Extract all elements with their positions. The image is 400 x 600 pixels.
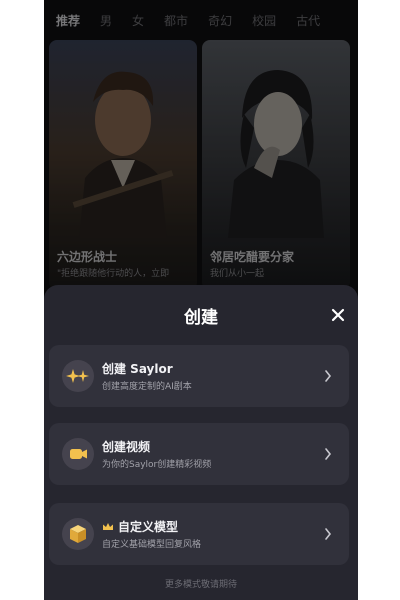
close-icon[interactable] bbox=[328, 305, 348, 325]
more-modes-hint: 更多模式敬请期待 bbox=[164, 580, 237, 590]
option-title: 创建视频 bbox=[102, 440, 151, 454]
app-screen: 推荐 男 女 都市 奇幻 校园 古代 六边形战士 "拒绝跟随他行动的人，立即 邻… bbox=[44, 0, 358, 600]
option-subtitle: 为你的Saylor创建精彩视频 bbox=[102, 460, 212, 470]
option-subtitle: 自定义基础模型回复风格 bbox=[102, 540, 202, 550]
chevron-right-icon bbox=[325, 528, 332, 540]
create-saylor-option[interactable]: 创建 Saylor 创建高度定制的AI剧本 bbox=[49, 345, 349, 407]
cube-icon bbox=[62, 518, 94, 550]
option-title: 自定义模型 bbox=[102, 518, 178, 535]
chevron-right-icon bbox=[325, 448, 332, 460]
create-bottom-sheet: 创建 创建 Saylor 创建高度定制的AI剧本 创建视频 为你的Saylor创… bbox=[44, 285, 358, 600]
chevron-right-icon bbox=[325, 370, 332, 382]
sparkle-icon bbox=[62, 360, 94, 392]
option-title: 创建 Saylor bbox=[102, 362, 173, 376]
crown-icon bbox=[103, 523, 113, 530]
create-video-option[interactable]: 创建视频 为你的Saylor创建精彩视频 bbox=[49, 423, 349, 485]
custom-model-option[interactable]: 自定义模型 自定义基础模型回复风格 bbox=[49, 503, 349, 565]
video-camera-icon bbox=[62, 438, 94, 470]
sheet-title: 创建 bbox=[184, 308, 218, 328]
option-title-text: 自定义模型 bbox=[118, 520, 179, 534]
option-subtitle: 创建高度定制的AI剧本 bbox=[102, 382, 192, 392]
